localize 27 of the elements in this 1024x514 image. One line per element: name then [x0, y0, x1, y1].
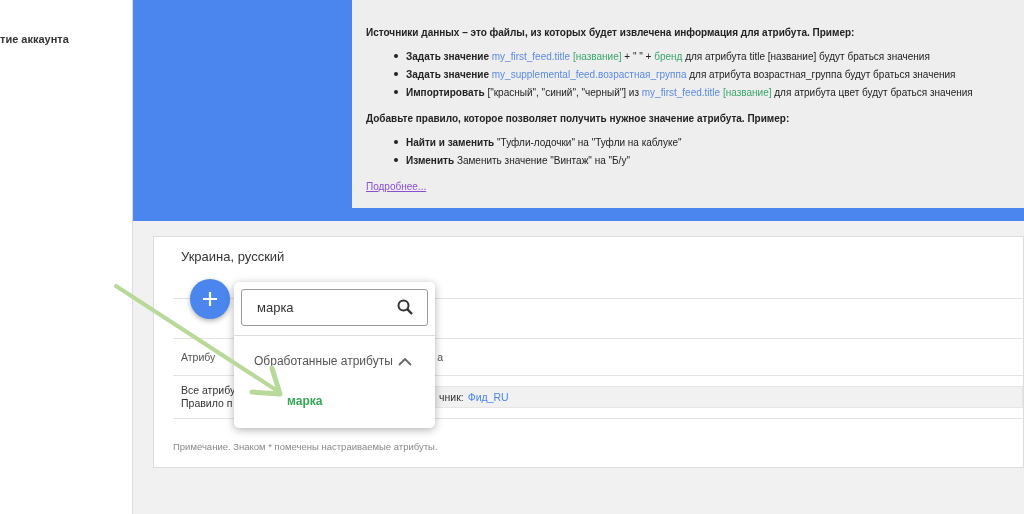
- plus-icon: [202, 291, 218, 307]
- sidebar-item[interactable]: тие аккаунта: [0, 33, 69, 45]
- bullet-icon: [394, 54, 398, 58]
- more-link[interactable]: Подробнее...: [366, 181, 427, 192]
- card-title: Украина, русский: [181, 249, 286, 266]
- example-text: Импортировать ["красный", "синий", "черный"] из my_first_feed.title [название] для атрибута цвет будут браться значения: [406, 86, 973, 98]
- example-text: Задать значение my_supplemental_feed.возрастная_группа для атрибута возрастная_группа будут браться значения: [406, 68, 956, 80]
- bullet-icon: [394, 90, 398, 94]
- info-heading: Источники данных – это файлы, из которых будет извлечена информация для атрибута. Пример:: [366, 27, 856, 38]
- table-cell: Все атрибу: [181, 384, 236, 397]
- bullet-icon: [394, 72, 398, 76]
- column-header: а: [437, 351, 444, 363]
- column-header: Атрибу: [181, 351, 216, 363]
- group-header[interactable]: Обработанные атрибуты: [234, 336, 435, 386]
- note-text: Примечание. Знаком * помечены настраиваемые атрибуты.: [173, 441, 439, 452]
- table-cell: Правило п: [181, 397, 233, 410]
- info-heading: Добавьте правило, которое позволяет получить нужное значение атрибута. Пример:: [366, 113, 791, 124]
- source-label: чник:: [439, 391, 464, 403]
- bullet-icon: [394, 140, 398, 144]
- example-text: Найти и заменить "Туфли-лодочки" на "Туфли на каблуке": [406, 136, 682, 148]
- chevron-icon: [398, 356, 412, 366]
- search-icon: [397, 299, 413, 315]
- example-text: Задать значение my_first_feed.title [название] + " " + бренд для атрибута title [название] будут браться значения: [406, 50, 930, 62]
- bullet-icon: [394, 158, 398, 162]
- search-field[interactable]: марка: [241, 289, 428, 326]
- add-button[interactable]: [190, 279, 230, 319]
- example-text: Изменить Заменить значение "Винтаж" на "Б/у": [406, 154, 630, 166]
